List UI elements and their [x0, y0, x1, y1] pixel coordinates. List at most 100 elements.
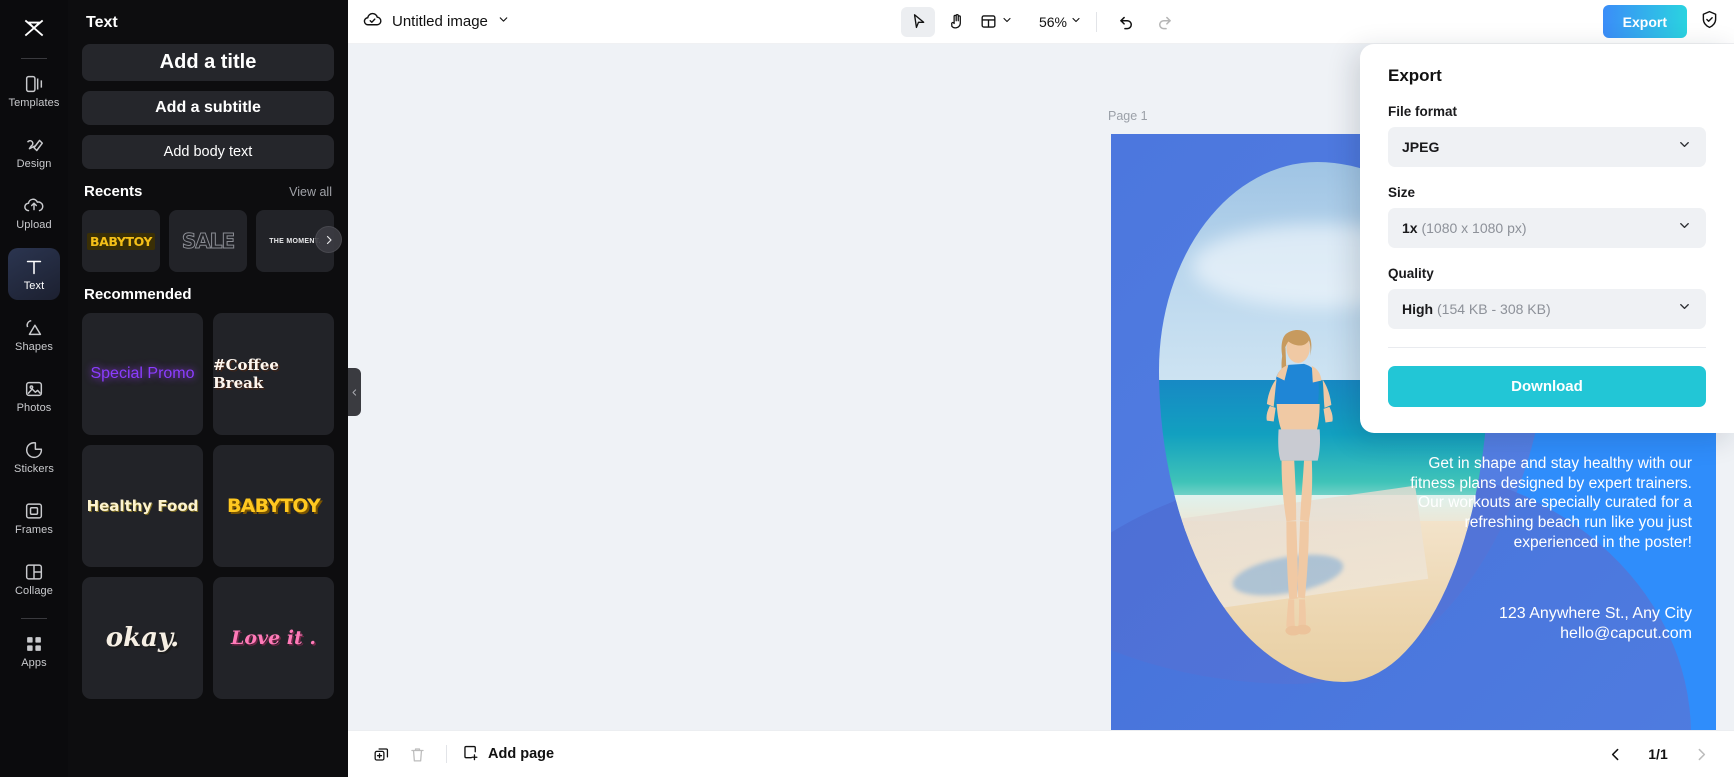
duplicate-page-icon[interactable] — [366, 739, 396, 769]
sidebar-item-label: Upload — [16, 219, 52, 231]
recommended-heading: Recommended — [84, 286, 192, 303]
recommended-label: Love it . — [231, 627, 316, 649]
sidebar-item-collage[interactable]: Collage — [8, 553, 60, 605]
trash-icon[interactable] — [402, 739, 432, 769]
file-format-label: File format — [1388, 104, 1458, 119]
quality-select[interactable]: High (154 KB - 308 KB) — [1388, 289, 1706, 329]
sidebar-item-label: Text — [23, 280, 45, 292]
prev-page-button[interactable] — [1600, 739, 1630, 769]
file-format-value: JPEG — [1402, 139, 1440, 155]
sidebar-item-stickers[interactable]: Stickers — [8, 431, 60, 483]
poster-contact[interactable]: 123 Anywhere St., Any City hello@capcut.… — [1410, 604, 1692, 644]
add-title-button[interactable]: Add a title — [82, 44, 334, 81]
bottom-divider — [446, 745, 447, 763]
recommended-card[interactable]: BABYTOY — [213, 445, 334, 567]
zoom-control[interactable]: 56% — [1031, 13, 1084, 31]
size-value-pixels: (1080 x 1080 px) — [1421, 220, 1527, 236]
add-page-label: Add page — [488, 746, 555, 762]
sidebar-item-label: Photos — [16, 402, 52, 414]
runner-figure — [1266, 329, 1333, 636]
toolbar-divider — [1096, 11, 1097, 32]
recommended-label: okay. — [105, 623, 180, 653]
chevron-down-icon — [1677, 137, 1692, 157]
document-title-button[interactable]: Untitled image — [362, 9, 510, 35]
document-title: Untitled image — [392, 13, 488, 30]
recent-label: THE MOMENT. — [269, 237, 321, 245]
rail-divider — [21, 58, 47, 59]
recommended-label: #Coffee Break — [213, 356, 279, 392]
sidebar-item-design[interactable]: Design — [8, 126, 60, 178]
sidebar-item-label: Collage — [14, 585, 53, 597]
panel-collapse-handle[interactable] — [348, 368, 361, 416]
add-subtitle-button[interactable]: Add a subtitle — [82, 91, 334, 125]
sidebar-item-apps[interactable]: Apps — [8, 625, 60, 677]
sidebar-item-text[interactable]: Text — [8, 248, 60, 300]
download-button[interactable]: Download — [1388, 366, 1706, 407]
recommended-card[interactable]: #Coffee Break — [213, 313, 334, 435]
sidebar-item-upload[interactable]: Upload — [8, 187, 60, 239]
chevron-down-icon[interactable] — [497, 13, 510, 31]
size-value-multiplier: 1x — [1402, 220, 1418, 236]
bottom-toolbar: Add page 1/1 — [348, 730, 1734, 777]
size-select[interactable]: 1x (1080 x 1080 px) — [1388, 208, 1706, 248]
export-popover: Export File format JPEG Size 1x (1080 x … — [1360, 44, 1734, 433]
shield-check-icon[interactable] — [1699, 9, 1720, 35]
recommended-label: Healthy Food — [86, 497, 199, 515]
recent-thumbnail[interactable]: BABYTOY — [82, 210, 160, 272]
recent-label: SALE — [181, 229, 235, 254]
poster-body-text[interactable]: Get in shape and stay healthy with our f… — [1410, 454, 1692, 552]
add-body-text-button[interactable]: Add body text — [82, 135, 334, 169]
chevron-right-icon[interactable] — [315, 226, 342, 253]
redo-button[interactable] — [1147, 7, 1181, 37]
sidebar-item-label: Templates — [8, 97, 60, 109]
poster-email: hello@capcut.com — [1560, 625, 1692, 642]
chevron-down-icon — [1070, 13, 1082, 31]
sidebar-item-photos[interactable]: Photos — [8, 370, 60, 422]
cloud-saved-icon — [362, 9, 383, 35]
export-button[interactable]: Export — [1602, 5, 1687, 38]
recommended-label: BABYTOY — [227, 495, 321, 517]
chevron-down-icon — [1677, 299, 1692, 319]
recents-heading: Recents — [84, 183, 143, 200]
toolbar-center-group: 56% — [901, 6, 1181, 37]
chevron-down-icon — [1001, 13, 1013, 31]
top-toolbar: Untitled image 56% Export — [348, 0, 1734, 44]
popover-divider — [1388, 347, 1706, 348]
capcut-editor-window: Templates Design Upload Text Shapes Phot… — [0, 0, 1734, 777]
add-page-button[interactable]: Add page — [461, 743, 554, 766]
recommended-card[interactable]: Love it . — [213, 577, 334, 699]
poster-address: 123 Anywhere St., Any City — [1499, 605, 1692, 622]
undo-button[interactable] — [1109, 7, 1143, 37]
panel-title: Text — [86, 14, 118, 31]
recommended-card[interactable]: Healthy Food — [82, 445, 203, 567]
main-area: Untitled image 56% Export Page 1 Get in … — [348, 0, 1734, 777]
quality-value: High — [1402, 301, 1434, 317]
file-format-select[interactable]: JPEG — [1388, 127, 1706, 167]
recommended-label: Special Promo — [90, 365, 195, 382]
recommended-card[interactable]: Special Promo — [82, 313, 203, 435]
export-popover-heading: Export — [1388, 66, 1442, 85]
sidebar-item-label: Apps — [21, 657, 47, 669]
view-all-recents-link[interactable]: View all — [289, 185, 332, 199]
sidebar-item-frames[interactable]: Frames — [8, 492, 60, 544]
capcut-logo-icon[interactable] — [14, 8, 54, 48]
page-nav-group: 1/1 — [1600, 739, 1716, 769]
recents-header: Recents View all — [84, 183, 332, 200]
sidebar-item-templates[interactable]: Templates — [8, 65, 60, 117]
layout-tool-button[interactable] — [977, 12, 1015, 31]
text-panel: Text Add a title Add a subtitle Add body… — [68, 0, 348, 777]
recommended-card[interactable]: okay. — [82, 577, 203, 699]
recommended-grid: Special Promo #Coffee Break Healthy Food… — [82, 313, 334, 699]
sidebar-item-shapes[interactable]: Shapes — [8, 309, 60, 361]
sidebar-item-label: Stickers — [14, 463, 54, 475]
recent-thumbnail[interactable]: SALE — [169, 210, 247, 272]
left-nav-rail: Templates Design Upload Text Shapes Phot… — [0, 0, 68, 777]
sidebar-item-label: Shapes — [15, 341, 53, 353]
sidebar-item-label: Design — [16, 158, 52, 170]
sidebar-item-label: Frames — [15, 524, 53, 536]
recommended-header: Recommended — [84, 286, 332, 303]
hand-tool-button[interactable] — [939, 7, 973, 37]
select-tool-button[interactable] — [901, 6, 935, 37]
next-page-button[interactable] — [1686, 739, 1716, 769]
toolbar-right-group: Export — [1602, 5, 1720, 38]
